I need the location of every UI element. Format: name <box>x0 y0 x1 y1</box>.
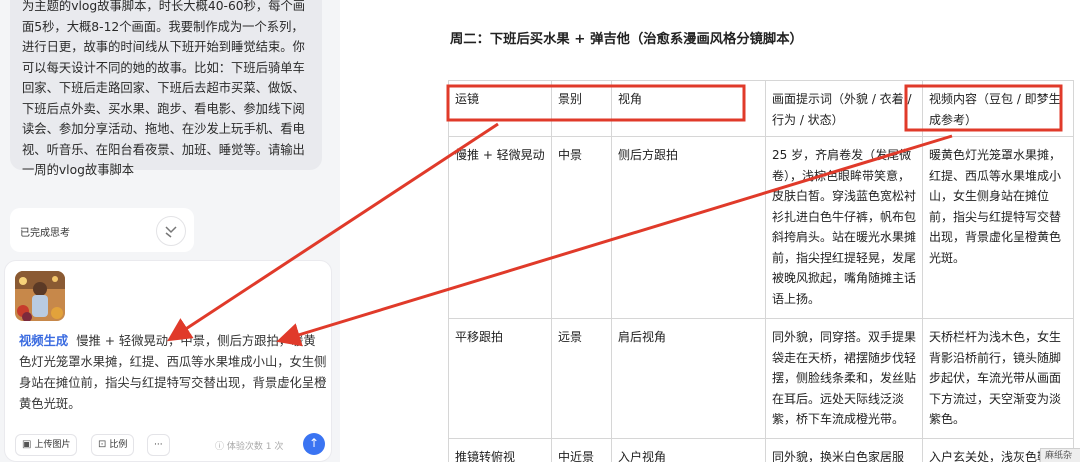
header-video-content: 视频内容（豆包 / 即梦生成参考） <box>922 80 1074 137</box>
table-cell: 暖黄色灯光笼罩水果摊，红提、西瓜等水果堆成小山，女生侧身站在摊位前，指尖与红提特… <box>922 136 1074 319</box>
usage-count: ⓘ 体验次数 1 次 <box>215 439 283 452</box>
table-cell: 慢推 + 轻微晃动 <box>448 136 552 319</box>
image-icon: ▣ <box>22 439 32 450</box>
table-cell: 推镜转俯视 <box>448 438 552 462</box>
table-cell: 肩后视角 <box>611 318 766 439</box>
table-cell: 同外貌，换米白色家居服 <box>765 438 923 462</box>
storyboard-table: 运镜 景别 视角 画面提示词（外貌 / 衣着 / 行为 / 状态） 视频内容（豆… <box>448 80 1074 462</box>
table-cell: 远景 <box>551 318 612 439</box>
thinking-status-label: 已完成思考 <box>20 228 70 239</box>
expand-thinking-icon[interactable] <box>156 216 186 246</box>
header-angle: 视角 <box>611 80 766 137</box>
table-cell: 侧后方跟拍 <box>611 136 766 319</box>
table-cell: 25 岁，齐肩卷发（发尾微卷），浅棕色眼眸带笑意，皮肤白皙。穿浅蓝色宽松衬衫扎进… <box>765 136 923 319</box>
table-cell: 中近景 <box>551 438 612 462</box>
info-icon: ⓘ <box>215 442 227 452</box>
more-options-label: ··· <box>154 440 163 450</box>
table-cell: 平移跟拍 <box>448 318 552 439</box>
generation-prompt-text: 视频生成 慢推 + 轻微晃动，中景，侧后方跟拍，暖黄色灯光笼罩水果摊，红提、西瓜等… <box>19 331 327 415</box>
generated-image-thumbnail[interactable] <box>15 271 65 321</box>
table-cell: 同外貌，同穿搭。双手提果袋走在天桥，裙摆随步伐轻摆，侧脸线条柔和，发丝贴在耳后。… <box>765 318 923 439</box>
user-message-text: 为主题的vlog故事脚本，时长大概40-60秒，每个画 面5秒，大概8-12个画… <box>22 0 306 177</box>
video-generation-card: 视频生成 慢推 + 轻微晃动，中景，侧后方跟拍，暖黄色灯光笼罩水果摊，红提、西瓜等… <box>4 260 332 462</box>
aspect-ratio-label: 比例 <box>109 440 128 450</box>
table-row: 慢推 + 轻微晃动 中景 侧后方跟拍 25 岁，齐肩卷发（发尾微卷），浅棕色眼眸… <box>448 136 1074 319</box>
table-cell: 入户视角 <box>611 438 766 462</box>
upload-image-button[interactable]: ▣ 上传图片 <box>15 434 78 456</box>
table-row: 推镜转俯视 中近景 入户视角 同外貌，换米白色家居服 入户玄关处，浅灰色鞋 <box>448 438 1074 462</box>
table-header-row: 运镜 景别 视角 画面提示词（外貌 / 衣着 / 行为 / 状态） 视频内容（豆… <box>448 80 1074 137</box>
table-row: 平移跟拍 远景 肩后视角 同外貌，同穿搭。双手提果袋走在天桥，裙摆随步伐轻摆，侧… <box>448 318 1074 439</box>
arrow-up-icon: ↑ <box>308 436 320 450</box>
more-options-button[interactable]: ··· <box>147 434 170 456</box>
aspect-ratio-button[interactable]: ⊡ 比例 <box>91 434 135 456</box>
header-visual-prompt: 画面提示词（外貌 / 衣着 / 行为 / 状态） <box>765 80 923 137</box>
composer-toolbar: ▣ 上传图片 ⊡ 比例 ··· ⓘ 体验次数 1 次 ↑ <box>11 431 329 459</box>
usage-count-text: 体验次数 1 次 <box>226 442 284 452</box>
header-camera-move: 运镜 <box>448 80 552 137</box>
thinking-status-card[interactable]: 已完成思考 <box>10 208 194 252</box>
send-button[interactable]: ↑ <box>303 433 325 455</box>
header-shot-size: 景别 <box>551 80 612 137</box>
user-message-bubble: 为主题的vlog故事脚本，时长大概40-60秒，每个画 面5秒，大概8-12个画… <box>10 0 322 177</box>
table-cell: 中景 <box>551 136 612 319</box>
corner-tag: 麻纸杂 <box>1040 448 1080 462</box>
document-title: 周二：下班后买水果 + 弹吉他（治愈系漫画风格分镜脚本） <box>450 32 803 47</box>
video-generation-label: 视频生成 <box>19 334 69 348</box>
table-cell: 天桥栏杆为浅木色，女生背影沿桥前行，镜头随脚步起伏，车流光带从画面下方流过，天空… <box>922 318 1074 439</box>
chat-panel: 为主题的vlog故事脚本，时长大概40-60秒，每个画 面5秒，大概8-12个画… <box>0 0 340 462</box>
ratio-icon: ⊡ <box>98 439 107 450</box>
upload-image-label: 上传图片 <box>34 440 71 450</box>
